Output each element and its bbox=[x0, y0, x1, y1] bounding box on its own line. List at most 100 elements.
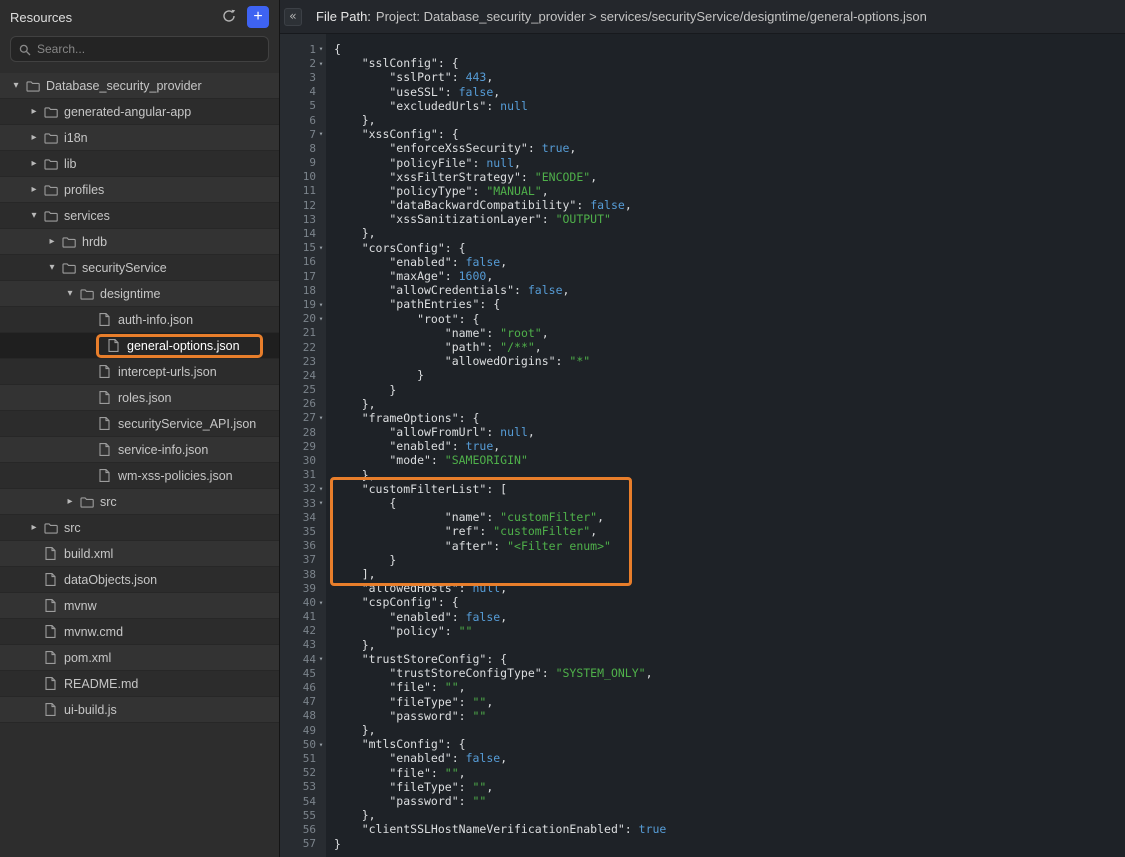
code-line[interactable]: "name": "customFilter", bbox=[334, 510, 1125, 524]
tree-folder-profiles[interactable]: ▸profiles bbox=[0, 177, 279, 203]
code-line[interactable]: "enabled": false, bbox=[334, 751, 1125, 765]
code-line[interactable]: "customFilterList": [ bbox=[334, 482, 1125, 496]
search-input[interactable] bbox=[10, 36, 269, 62]
code-line[interactable]: "policy": "" bbox=[334, 624, 1125, 638]
code-line[interactable]: ], bbox=[334, 567, 1125, 581]
chevron-right-icon[interactable]: ▸ bbox=[26, 106, 42, 117]
code-line[interactable]: "frameOptions": { bbox=[334, 411, 1125, 425]
collapse-sidebar-button[interactable]: « bbox=[284, 8, 302, 26]
tree-file-build.xml[interactable]: build.xml bbox=[0, 541, 279, 567]
code-line[interactable]: "excludedUrls": null bbox=[334, 99, 1125, 113]
tree-file-README.md[interactable]: README.md bbox=[0, 671, 279, 697]
code-line[interactable]: } bbox=[334, 383, 1125, 397]
fold-toggle-icon[interactable]: ▾ bbox=[316, 741, 326, 749]
code-editor[interactable]: 1▾2▾34567▾89101112131415▾16171819▾20▾212… bbox=[280, 34, 1125, 857]
code-line[interactable]: "enabled": false, bbox=[334, 610, 1125, 624]
code-line[interactable]: { bbox=[334, 42, 1125, 56]
tree-folder-hrdb[interactable]: ▸hrdb bbox=[0, 229, 279, 255]
code-line[interactable]: "allowedHosts": null, bbox=[334, 581, 1125, 595]
fold-toggle-icon[interactable]: ▾ bbox=[316, 244, 326, 252]
code-line[interactable]: }, bbox=[334, 723, 1125, 737]
code-line[interactable]: "cspConfig": { bbox=[334, 595, 1125, 609]
code-line[interactable]: "allowFromUrl": null, bbox=[334, 425, 1125, 439]
code-line[interactable]: "clientSSLHostNameVerificationEnabled": … bbox=[334, 822, 1125, 836]
code-line[interactable]: }, bbox=[334, 226, 1125, 240]
tree-folder-lib[interactable]: ▸lib bbox=[0, 151, 279, 177]
tree-folder-generated-angular-app[interactable]: ▸generated-angular-app bbox=[0, 99, 279, 125]
tree-file-pom.xml[interactable]: pom.xml bbox=[0, 645, 279, 671]
tree-file-mvnw.cmd[interactable]: mvnw.cmd bbox=[0, 619, 279, 645]
chevron-right-icon[interactable]: ▸ bbox=[26, 132, 42, 143]
chevron-down-icon[interactable]: ▾ bbox=[62, 288, 78, 299]
chevron-down-icon[interactable]: ▾ bbox=[44, 262, 60, 273]
tree-file-auth-info.json[interactable]: auth-info.json bbox=[0, 307, 279, 333]
code-line[interactable]: "useSSL": false, bbox=[334, 85, 1125, 99]
code-line[interactable]: }, bbox=[334, 808, 1125, 822]
code-line[interactable]: "enforceXssSecurity": true, bbox=[334, 141, 1125, 155]
code-line[interactable]: "corsConfig": { bbox=[334, 241, 1125, 255]
code-line[interactable]: "password": "" bbox=[334, 794, 1125, 808]
fold-toggle-icon[interactable]: ▾ bbox=[316, 45, 326, 53]
code-line[interactable]: "allowCredentials": false, bbox=[334, 283, 1125, 297]
code-line[interactable]: }, bbox=[334, 397, 1125, 411]
tree-folder-src[interactable]: ▸src bbox=[0, 489, 279, 515]
code-line[interactable]: "fileType": "", bbox=[334, 695, 1125, 709]
code-line[interactable]: "fileType": "", bbox=[334, 780, 1125, 794]
code-line[interactable]: { bbox=[334, 496, 1125, 510]
code-line[interactable]: "dataBackwardCompatibility": false, bbox=[334, 198, 1125, 212]
chevron-right-icon[interactable]: ▸ bbox=[62, 496, 78, 507]
code-line[interactable]: } bbox=[334, 837, 1125, 851]
code-line[interactable]: "file": "", bbox=[334, 766, 1125, 780]
code-line[interactable]: "name": "root", bbox=[334, 326, 1125, 340]
code-line[interactable]: "mtlsConfig": { bbox=[334, 737, 1125, 751]
fold-toggle-icon[interactable]: ▾ bbox=[316, 60, 326, 68]
tree-file-dataObjects.json[interactable]: dataObjects.json bbox=[0, 567, 279, 593]
fold-toggle-icon[interactable]: ▾ bbox=[316, 130, 326, 138]
code-line[interactable]: "enabled": false, bbox=[334, 255, 1125, 269]
code-line[interactable]: } bbox=[334, 553, 1125, 567]
refresh-button[interactable] bbox=[219, 7, 239, 27]
tree-file-ui-build.js[interactable]: ui-build.js bbox=[0, 697, 279, 723]
chevron-right-icon[interactable]: ▸ bbox=[26, 158, 42, 169]
fold-toggle-icon[interactable]: ▾ bbox=[316, 599, 326, 607]
fold-toggle-icon[interactable]: ▾ bbox=[316, 499, 326, 507]
chevron-right-icon[interactable]: ▸ bbox=[26, 184, 42, 195]
fold-toggle-icon[interactable]: ▾ bbox=[316, 301, 326, 309]
code-line[interactable]: "trustStoreConfig": { bbox=[334, 652, 1125, 666]
tree-file-securityService_API.json[interactable]: securityService_API.json bbox=[0, 411, 279, 437]
tree-folder-securityService[interactable]: ▾securityService bbox=[0, 255, 279, 281]
tree-folder-Database_security_provider[interactable]: ▾Database_security_provider bbox=[0, 73, 279, 99]
chevron-down-icon[interactable]: ▾ bbox=[8, 80, 24, 91]
code-line[interactable]: }, bbox=[334, 113, 1125, 127]
code-line[interactable]: "after": "<Filter enum>" bbox=[334, 539, 1125, 553]
code-line[interactable]: "enabled": true, bbox=[334, 439, 1125, 453]
code-line[interactable]: "trustStoreConfigType": "SYSTEM_ONLY", bbox=[334, 666, 1125, 680]
editor-code[interactable]: { "sslConfig": { "sslPort": 443, "useSSL… bbox=[326, 34, 1125, 857]
fold-toggle-icon[interactable]: ▾ bbox=[316, 655, 326, 663]
code-line[interactable]: "policyFile": null, bbox=[334, 156, 1125, 170]
code-line[interactable]: "allowedOrigins": "*" bbox=[334, 354, 1125, 368]
code-line[interactable]: "root": { bbox=[334, 312, 1125, 326]
code-line[interactable]: "xssFilterStrategy": "ENCODE", bbox=[334, 170, 1125, 184]
code-line[interactable]: "password": "" bbox=[334, 709, 1125, 723]
fold-toggle-icon[interactable]: ▾ bbox=[316, 485, 326, 493]
tree-file-roles.json[interactable]: roles.json bbox=[0, 385, 279, 411]
tree-folder-services[interactable]: ▾services bbox=[0, 203, 279, 229]
chevron-right-icon[interactable]: ▸ bbox=[44, 236, 60, 247]
add-resource-button[interactable]: + bbox=[247, 6, 269, 28]
code-line[interactable]: } bbox=[334, 368, 1125, 382]
chevron-down-icon[interactable]: ▾ bbox=[26, 210, 42, 221]
fold-toggle-icon[interactable]: ▾ bbox=[316, 414, 326, 422]
code-line[interactable]: "mode": "SAMEORIGIN" bbox=[334, 453, 1125, 467]
code-line[interactable]: "sslPort": 443, bbox=[334, 70, 1125, 84]
tree-file-wm-xss-policies.json[interactable]: wm-xss-policies.json bbox=[0, 463, 279, 489]
tree-folder-designtime[interactable]: ▾designtime bbox=[0, 281, 279, 307]
code-line[interactable]: "file": "", bbox=[334, 680, 1125, 694]
fold-toggle-icon[interactable]: ▾ bbox=[316, 315, 326, 323]
tree-folder-i18n[interactable]: ▸i18n bbox=[0, 125, 279, 151]
code-line[interactable]: "xssSanitizationLayer": "OUTPUT" bbox=[334, 212, 1125, 226]
tree-file-mvnw[interactable]: mvnw bbox=[0, 593, 279, 619]
tree-file-service-info.json[interactable]: service-info.json bbox=[0, 437, 279, 463]
code-line[interactable]: }, bbox=[334, 468, 1125, 482]
code-line[interactable]: "xssConfig": { bbox=[334, 127, 1125, 141]
